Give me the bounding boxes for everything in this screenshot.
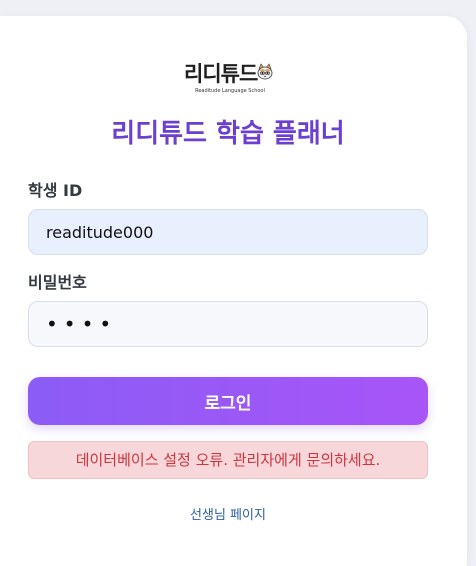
cat-mascot-icon	[256, 63, 274, 81]
logo-text: 리디튜드	[184, 62, 258, 86]
password-label: 비밀번호	[28, 273, 87, 292]
password-input[interactable]	[28, 301, 428, 347]
student-id-input[interactable]	[28, 209, 428, 255]
login-card: 리디튜드 Readitude Language School 리디튜드 학습 플…	[0, 16, 467, 566]
logo: 리디튜드 Readitude Language School	[184, 60, 276, 100]
teacher-page-link[interactable]: 선생님 페이지	[0, 506, 456, 526]
student-id-label: 학생 ID	[28, 181, 83, 200]
error-alert: 데이터베이스 설정 오류. 관리자에게 문의하세요.	[28, 441, 428, 479]
login-button[interactable]: 로그인	[28, 377, 428, 425]
page-title: 리디튜드 학습 플래너	[111, 119, 345, 149]
logo-subtitle: Readitude Language School	[195, 88, 265, 94]
